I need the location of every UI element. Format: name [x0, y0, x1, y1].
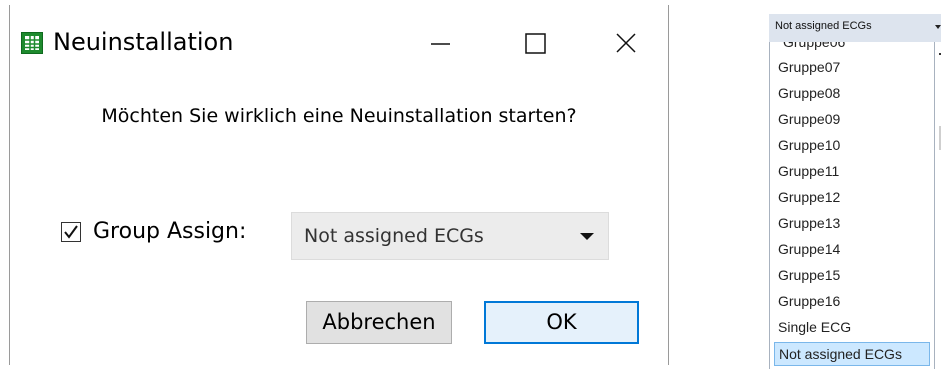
list-item[interactable]: Gruppe12: [774, 186, 930, 210]
dropdown-header-value: Not assigned ECGs: [775, 20, 872, 32]
title-bar[interactable]: Neuinstallation: [9, 5, 669, 79]
dropdown-header[interactable]: Not assigned ECGs: [769, 14, 941, 42]
group-dropdown: Not assigned ECGs Gruppe06 Gruppe07 Grupp…: [769, 14, 941, 369]
group-assign-checkbox[interactable]: [61, 222, 81, 242]
close-button[interactable]: [603, 23, 649, 63]
dropdown-list[interactable]: Gruppe06 Gruppe07 Gruppe08 Gruppe09 Gruppe1…: [769, 42, 935, 369]
cancel-button[interactable]: Abbrechen: [306, 301, 452, 344]
list-item[interactable]: Gruppe11: [774, 160, 930, 184]
chevron-down-icon: [580, 233, 594, 240]
group-assign-combobox[interactable]: Not assigned ECGs: [291, 212, 609, 260]
caret-down-icon: [935, 25, 941, 29]
ok-button[interactable]: OK: [484, 301, 639, 344]
checkmark-icon: [64, 225, 78, 239]
neuinstallation-dialog: Neuinstallation Möchten Sie wirklich ein…: [9, 5, 669, 365]
list-item[interactable]: Single ECG: [774, 316, 930, 340]
list-scroll-area: [935, 42, 941, 369]
spreadsheet-icon: [21, 32, 43, 54]
maximize-button[interactable]: [512, 23, 558, 63]
list-item[interactable]: Gruppe07: [774, 56, 930, 80]
list-item[interactable]: Gruppe15: [774, 264, 930, 288]
minimize-icon: [431, 43, 450, 45]
group-assign-label: Group Assign:: [93, 219, 247, 244]
list-item[interactable]: Gruppe13: [774, 212, 930, 236]
close-icon: [616, 33, 636, 53]
list-item[interactable]: Gruppe09: [774, 108, 930, 132]
minimize-button[interactable]: [417, 23, 463, 63]
list-item[interactable]: Gruppe08: [774, 82, 930, 106]
maximize-icon: [525, 33, 546, 54]
confirmation-question: Möchten Sie wirklich eine Neuinstallatio…: [101, 105, 577, 127]
list-item[interactable]: Gruppe16: [774, 290, 930, 314]
list-item[interactable]: Gruppe10: [774, 134, 930, 158]
combobox-selected-value: Not assigned ECGs: [304, 225, 484, 247]
list-item-partial[interactable]: Gruppe06: [783, 42, 845, 51]
list-item-selected[interactable]: Not assigned ECGs: [774, 342, 930, 366]
list-item[interactable]: Gruppe14: [774, 238, 930, 262]
window-title: Neuinstallation: [53, 28, 234, 56]
